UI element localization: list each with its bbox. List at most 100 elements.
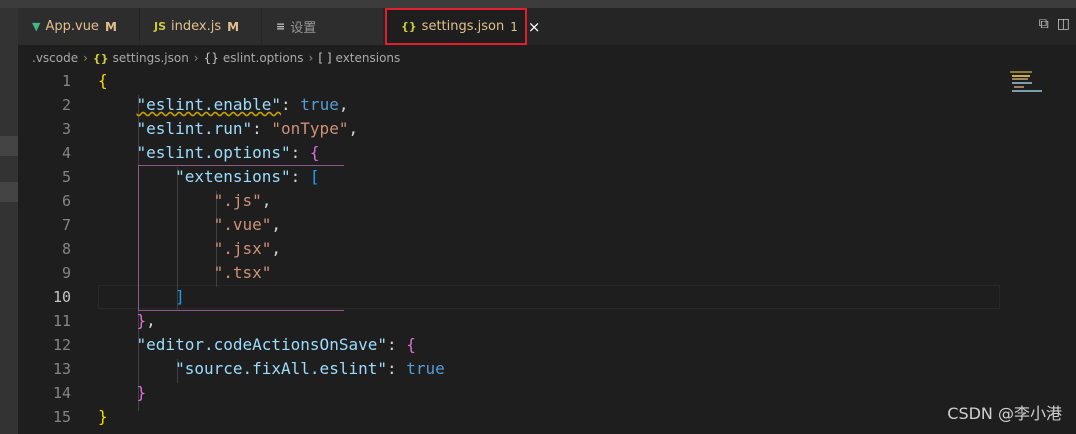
tab-settings-json[interactable]: {} settings.json 1 × (385, 8, 540, 45)
code-line[interactable]: 15} (18, 405, 1008, 429)
code-line[interactable]: 5 "extensions": [ (18, 165, 1008, 189)
code-token: : (252, 119, 272, 138)
code-token: "editor.codeActionsOnSave" (136, 335, 387, 354)
breadcrumb-folder[interactable]: .vscode (32, 51, 78, 65)
code-line[interactable]: 12 "editor.codeActionsOnSave": { (18, 333, 1008, 357)
tab-label: index.js (171, 19, 222, 34)
tab-settings-ui[interactable]: ≡ 设置 (262, 8, 384, 45)
line-number: 6 (61, 192, 71, 210)
line-code: "eslint.options": { (98, 141, 320, 165)
code-token: : (290, 143, 310, 162)
breadcrumb-file[interactable]: settings.json (113, 51, 189, 65)
minimap[interactable] (1008, 69, 1076, 434)
tab-app-vue[interactable]: ▼ App.vue M (18, 8, 140, 45)
line-number: 7 (61, 216, 71, 234)
code-token: ".tsx" (213, 263, 272, 282)
code-token: : (386, 359, 407, 378)
editor-actions: ⧉ ◫ (1039, 16, 1070, 32)
code-token: } (98, 407, 108, 426)
tab-label: settings.json (421, 19, 505, 34)
line-number: 4 (61, 144, 71, 162)
settings-list-icon: ≡ (276, 20, 286, 33)
watermark: CSDN @李小港 (947, 404, 1062, 423)
minimap-line (1012, 78, 1028, 80)
minimap-line (1010, 71, 1032, 73)
code-line[interactable]: 6 ".js", (18, 189, 1008, 213)
code-line[interactable]: 8 ".jsx", (18, 237, 1008, 261)
code-token: : (386, 335, 407, 354)
line-code: ".js", (98, 189, 272, 213)
chevron-right-icon: › (308, 51, 314, 65)
code-token: "eslint.options" (136, 143, 291, 162)
array-icon: [ ] (318, 51, 332, 65)
code-token: true (300, 95, 339, 114)
code-token: , (338, 95, 349, 114)
line-number: 11 (52, 312, 71, 330)
line-number: 12 (52, 336, 71, 354)
line-number: 2 (61, 96, 71, 114)
chevron-right-icon: › (193, 51, 199, 65)
minimap-line (1014, 86, 1024, 88)
split-editor-icon[interactable]: ⧉ (1039, 16, 1049, 32)
code-editor[interactable]: 1{2 "eslint.enable": true, 3 "eslint.run"… (18, 69, 1008, 434)
line-number: 10 (52, 288, 71, 306)
code-token: { (98, 71, 108, 90)
code-token: ".jsx" (213, 239, 272, 258)
code-token: ".js" (213, 191, 262, 210)
code-token: "onType" (271, 119, 349, 138)
chevron-right-icon: › (83, 51, 88, 65)
line-code: ".tsx" (98, 261, 272, 285)
code-line[interactable]: 11 }, (18, 309, 1008, 333)
code-line[interactable]: 9 ".tsx" (18, 261, 1008, 285)
line-number: 14 (52, 384, 71, 402)
line-code: "editor.codeActionsOnSave": { (98, 333, 416, 357)
line-number: 1 (61, 72, 71, 90)
line-code: "extensions": [ (98, 165, 320, 189)
line-number: 15 (52, 408, 71, 426)
layout-icon[interactable]: ◫ (1057, 16, 1070, 32)
line-code: ".jsx", (98, 237, 281, 261)
breadcrumb-object[interactable]: eslint.options (223, 51, 304, 65)
code-token: ".vue" (213, 215, 272, 234)
code-line[interactable]: 4 "eslint.options": { (18, 141, 1008, 165)
vue-file-icon: ▼ (32, 20, 41, 33)
line-code: ] (98, 285, 185, 309)
breadcrumb-array[interactable]: extensions (336, 51, 401, 65)
tab-index-js[interactable]: JS index.js M (140, 8, 262, 45)
modified-badge: M (227, 19, 240, 34)
code-line[interactable]: 14 } (18, 381, 1008, 405)
activity-bar (0, 8, 18, 434)
code-token: , (271, 239, 282, 258)
code-line[interactable]: 13 "source.fixAll.eslint": true (18, 357, 1008, 381)
activity-bar-marker (0, 182, 18, 202)
code-line[interactable]: 3 "eslint.run": "onType", (18, 117, 1008, 141)
tab-label: App.vue (45, 19, 99, 34)
modified-badge: M (104, 19, 117, 34)
code-line[interactable]: 10 ] (18, 285, 1008, 309)
code-token: "eslint.enable" (136, 95, 282, 114)
code-token: , (261, 191, 272, 210)
activity-bar-marker (0, 136, 18, 156)
code-line[interactable]: 7 ".vue", (18, 213, 1008, 237)
line-code: } (98, 405, 108, 429)
code-token: "eslint.run" (136, 119, 253, 138)
code-line[interactable]: 2 "eslint.enable": true, (18, 93, 1008, 117)
line-number: 9 (61, 264, 71, 282)
code-line[interactable]: 1{ (18, 69, 1008, 93)
code-token: "extensions" (175, 167, 291, 186)
object-icon: {} (203, 51, 219, 65)
line-number: 8 (61, 240, 71, 258)
minimap-line (1012, 90, 1042, 92)
close-icon[interactable]: × (528, 18, 541, 36)
json-file-icon: {} (401, 20, 417, 33)
code-token: : (290, 167, 310, 186)
